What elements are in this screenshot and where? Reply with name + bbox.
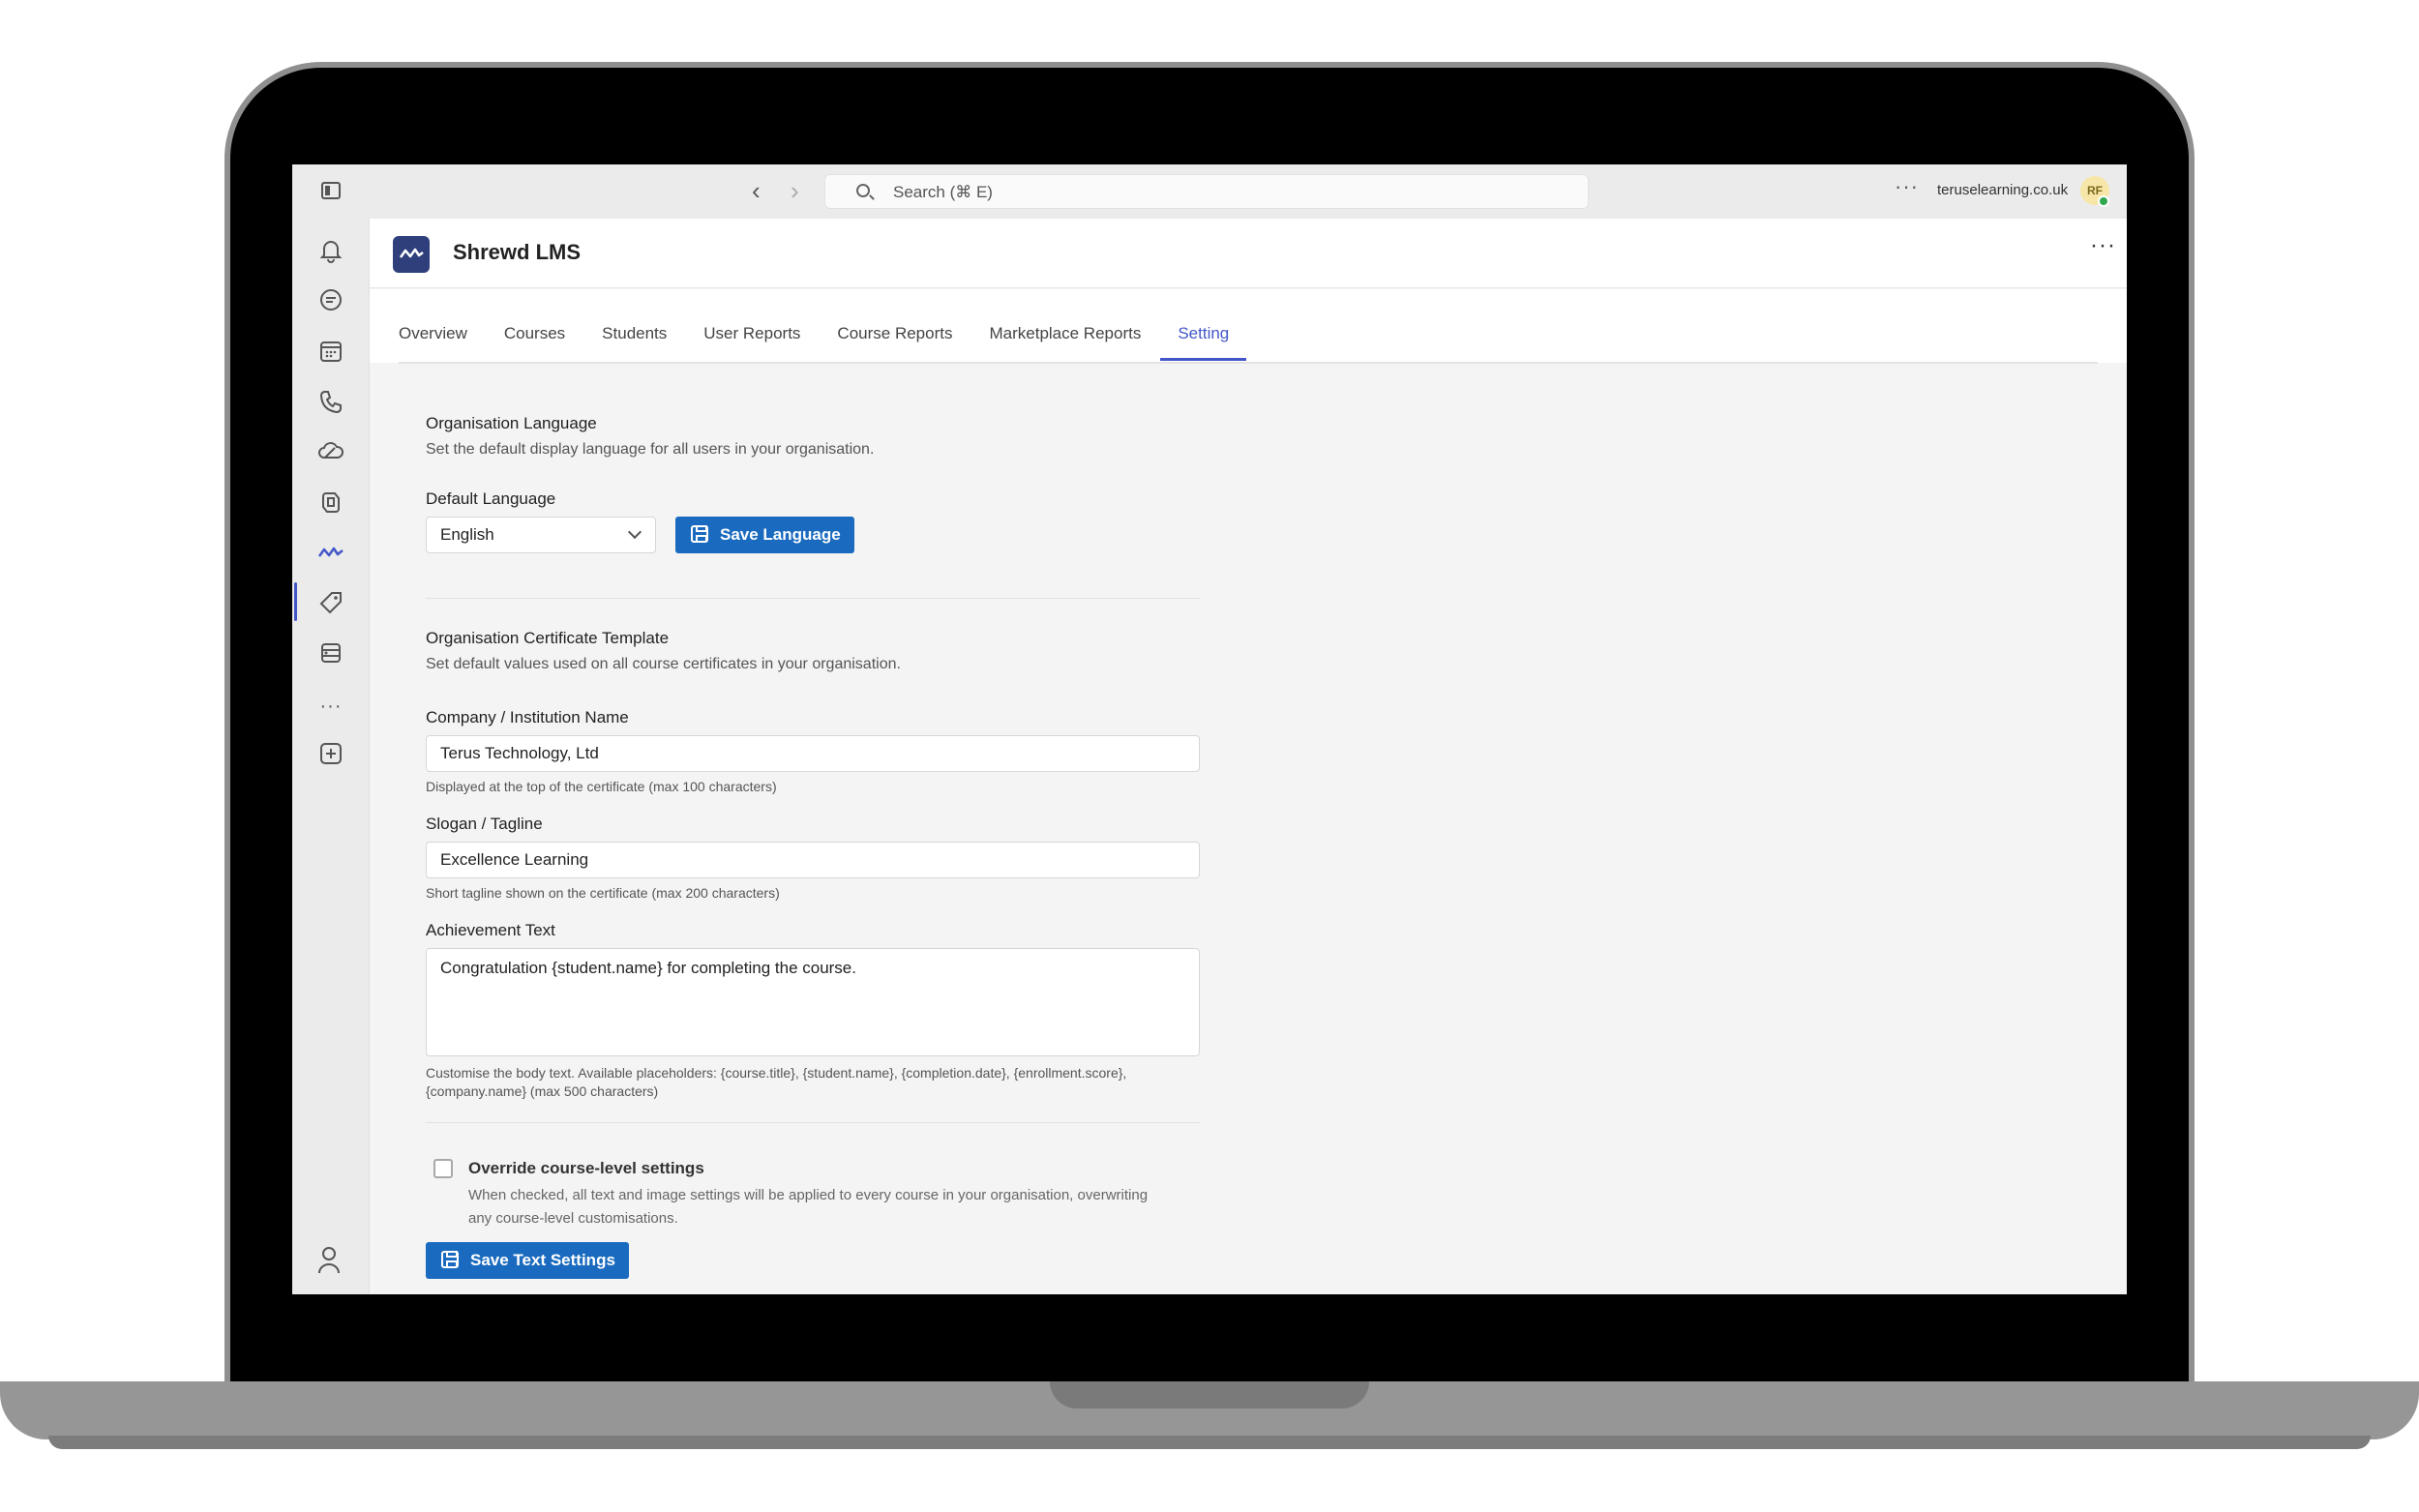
default-language-value: English — [440, 525, 494, 544]
default-language-select[interactable]: English — [426, 517, 656, 553]
achievement-text-label: Achievement Text — [426, 921, 555, 939]
tab-overview[interactable]: Overview — [399, 314, 467, 361]
save-text-settings-label: Save Text Settings — [470, 1251, 615, 1269]
company-name-field[interactable]: Terus Technology, Ltd — [426, 735, 1200, 772]
phone-icon[interactable] — [315, 389, 346, 420]
achievement-text-field[interactable]: Congratulation {student.name} for comple… — [426, 948, 1200, 1056]
device-stage: ‹ › Search (⌘ E) ··· teruselearning.co.u… — [0, 0, 2419, 1512]
chat-icon[interactable] — [315, 288, 346, 319]
override-settings-checkbox[interactable] — [433, 1159, 453, 1178]
company-name-value: Terus Technology, Ltd — [440, 744, 599, 762]
section-divider — [426, 598, 1200, 599]
certificate-section-subtitle: Set default values used on all course ce… — [426, 656, 901, 672]
activity-icon[interactable] — [315, 540, 346, 571]
tab-course-reports[interactable]: Course Reports — [837, 314, 952, 361]
database-icon[interactable] — [315, 640, 346, 671]
screen: ‹ › Search (⌘ E) ··· teruselearning.co.u… — [292, 164, 2127, 1294]
tag-icon[interactable] — [315, 590, 346, 621]
more-options-icon[interactable]: ··· — [1895, 174, 1919, 199]
app-header: Shrewd LMS ··· — [370, 219, 2127, 288]
tab-courses[interactable]: Courses — [504, 314, 565, 361]
app-more-icon[interactable]: ··· — [2090, 232, 2116, 259]
tab-students[interactable]: Students — [602, 314, 667, 361]
save-text-settings-button[interactable]: Save Text Settings — [426, 1242, 629, 1279]
language-section-title: Organisation Language — [426, 414, 597, 432]
default-language-label: Default Language — [426, 489, 556, 508]
tabs-divider — [399, 362, 2098, 364]
language-section-subtitle: Set the default display language for all… — [426, 441, 875, 458]
more-icon[interactable]: ··· — [315, 691, 346, 722]
search-icon — [856, 184, 870, 197]
tab-user-reports[interactable]: User Reports — [703, 314, 800, 361]
chevron-down-icon — [627, 524, 642, 540]
app-content: Shrewd LMS ··· Overview Courses Students… — [370, 219, 2127, 1294]
app-rail: ··· — [292, 219, 370, 1294]
search-input[interactable]: Search (⌘ E) — [824, 174, 1589, 209]
slogan-label: Slogan / Tagline — [426, 815, 543, 833]
slogan-field[interactable]: Excellence Learning — [426, 842, 1200, 878]
rail-active-indicator — [294, 582, 297, 621]
app-logo-icon — [393, 236, 430, 273]
tabs-bar: Overview Courses Students User Reports C… — [370, 289, 2127, 363]
achievement-text-hint: Customise the body text. Available place… — [426, 1065, 1127, 1099]
calendar-icon[interactable] — [315, 339, 346, 370]
app-title: Shrewd LMS — [453, 240, 582, 264]
user-settings-icon[interactable] — [317, 1246, 344, 1275]
tenant-domain[interactable]: teruselearning.co.uk — [1937, 182, 2068, 198]
tab-marketplace-reports[interactable]: Marketplace Reports — [989, 314, 1141, 361]
add-app-icon[interactable] — [315, 741, 346, 772]
sidebar-toggle-icon[interactable] — [321, 182, 341, 199]
copilot-icon[interactable] — [315, 489, 346, 520]
back-arrow-icon[interactable]: ‹ — [752, 176, 761, 205]
save-icon — [691, 525, 708, 543]
company-name-hint: Displayed at the top of the certificate … — [426, 779, 777, 794]
slogan-value: Excellence Learning — [440, 850, 589, 869]
save-language-button[interactable]: Save Language — [675, 517, 854, 553]
achievement-text-value: Congratulation {student.name} for comple… — [440, 959, 856, 977]
tab-list: Overview Courses Students User Reports C… — [399, 314, 1266, 361]
bell-icon[interactable] — [315, 238, 346, 269]
certificate-section-title: Organisation Certificate Template — [426, 629, 670, 647]
laptop-base-shadow — [48, 1436, 2371, 1449]
override-settings-label[interactable]: Override course-level settings — [468, 1159, 704, 1178]
laptop-notch — [1050, 1381, 1369, 1408]
slogan-hint: Short tagline shown on the certificate (… — [426, 885, 780, 901]
cloud-icon[interactable] — [315, 439, 346, 470]
section-divider — [426, 1122, 1200, 1123]
presence-status-icon — [2098, 195, 2109, 207]
override-settings-description: When checked, all text and image setting… — [468, 1187, 1149, 1227]
window-topbar: ‹ › Search (⌘ E) ··· teruselearning.co.u… — [292, 164, 2127, 219]
save-icon — [441, 1251, 459, 1268]
forward-arrow-icon[interactable]: › — [791, 176, 799, 205]
search-placeholder: Search (⌘ E) — [893, 183, 993, 201]
company-name-label: Company / Institution Name — [426, 708, 629, 726]
tab-setting[interactable]: Setting — [1160, 314, 1247, 361]
save-language-label: Save Language — [720, 525, 841, 544]
